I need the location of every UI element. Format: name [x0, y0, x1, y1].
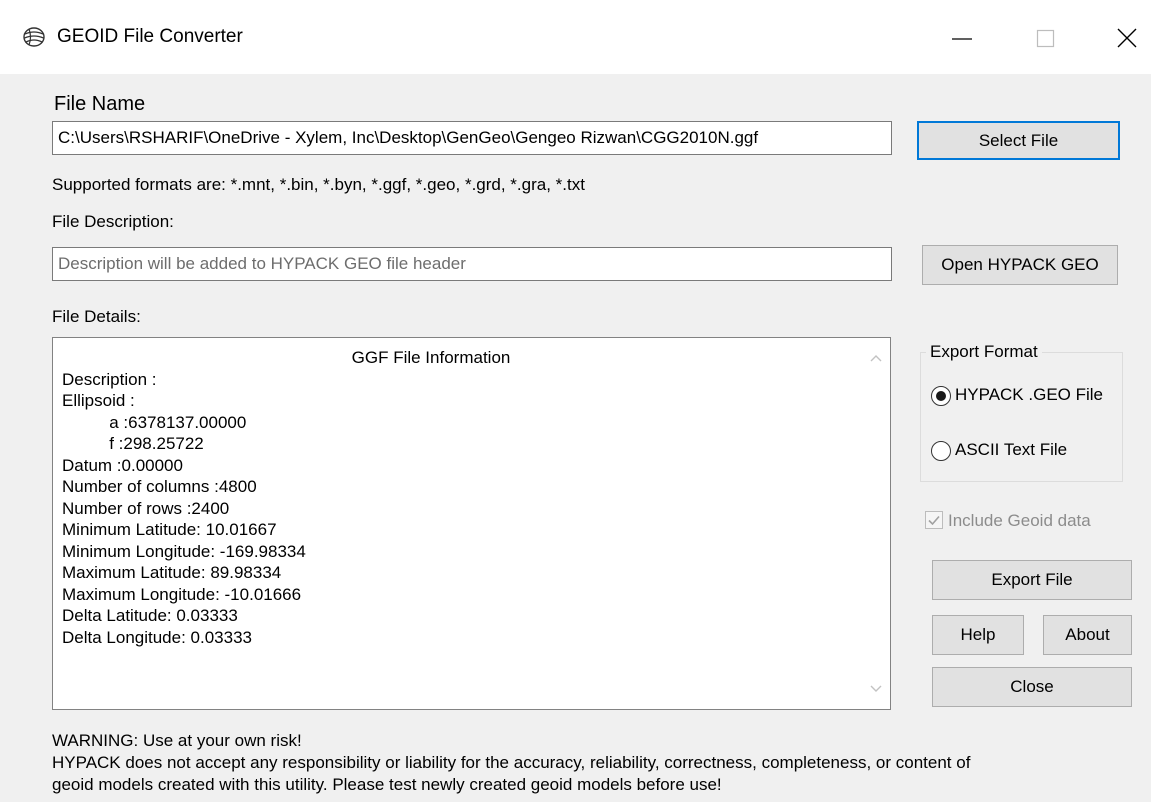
close-button[interactable]: Close [932, 667, 1132, 707]
radio-button[interactable] [931, 386, 951, 406]
export-format-group [920, 352, 1123, 482]
file-details-line: Minimum Latitude: 10.01667 [62, 520, 277, 539]
about-button[interactable]: About [1043, 615, 1132, 655]
file-details-line: Delta Longitude: 0.03333 [62, 627, 252, 647]
title-bar: GEOID File Converter [0, 0, 1151, 74]
maximize-icon [1036, 29, 1055, 48]
file-name-label: File Name [54, 93, 146, 115]
help-button[interactable]: Help [932, 615, 1024, 655]
window-title: GEOID File Converter [57, 26, 243, 47]
file-details-line: Number of columns :4800 [62, 477, 257, 496]
file-details-line: a :6378137.00000 [62, 412, 247, 432]
file-details-line: Minimum Longitude: -169.98334 [62, 541, 306, 561]
file-details-textbox[interactable]: GGF File Information Description : Ellip… [52, 337, 891, 710]
include-geoid-label: Include Geoid data [948, 511, 1091, 530]
warning-line: geoid models created with this utility. … [52, 775, 722, 794]
file-details-line: Datum :0.00000 [62, 455, 183, 475]
file-name-input[interactable]: C:\Users\RSHARIF\OneDrive - Xylem, Inc\D… [52, 121, 892, 155]
radio-selected-dot [936, 391, 946, 401]
file-description-input[interactable]: Description will be added to HYPACK GEO … [52, 247, 892, 281]
file-description-label: File Description: [52, 212, 174, 231]
file-details-heading: GGF File Information [351, 348, 511, 367]
checkbox-box[interactable] [925, 511, 943, 529]
file-details-content: GGF File Information Description : Ellip… [62, 347, 860, 648]
file-details-line: Ellipsoid : [62, 391, 135, 410]
radio-ascii-text-label[interactable]: ASCII Text File [955, 440, 1067, 460]
export-format-title: Export Format [926, 342, 1042, 362]
geoid-app-icon [22, 25, 46, 49]
supported-formats-text: Supported formats are: *.mnt, *.bin, *.b… [52, 175, 585, 194]
warning-line: HYPACK does not accept any responsibilit… [52, 753, 971, 772]
checkmark-icon [928, 515, 940, 526]
file-details-line: Number of rows :2400 [62, 498, 230, 518]
minimize-icon [952, 38, 972, 40]
close-icon [1117, 28, 1137, 48]
export-file-button[interactable]: Export File [932, 560, 1132, 600]
scroll-down-icon[interactable] [868, 681, 884, 697]
warning-text: WARNING: Use at your own risk! HYPACK do… [52, 730, 1142, 796]
file-details-label: File Details: [52, 307, 141, 326]
scroll-up-icon[interactable] [868, 350, 884, 366]
maximize-button[interactable] [1022, 14, 1068, 60]
close-window-button[interactable] [1104, 14, 1150, 60]
open-hypack-geo-button[interactable]: Open HYPACK GEO [922, 245, 1118, 285]
file-details-line: Description : [62, 369, 157, 389]
file-details-line: f :298.25722 [62, 434, 204, 453]
warning-line: WARNING: Use at your own risk! [52, 731, 302, 750]
radio-hypack-geo-label[interactable]: HYPACK .GEO File [955, 385, 1103, 405]
radio-button[interactable] [931, 441, 951, 461]
select-file-button[interactable]: Select File [917, 121, 1120, 160]
minimize-button[interactable] [940, 14, 986, 60]
file-details-line: Maximum Latitude: 89.98334 [62, 563, 282, 582]
file-details-line: Maximum Longitude: -10.01666 [62, 584, 302, 604]
file-details-line: Delta Latitude: 0.03333 [62, 606, 238, 625]
